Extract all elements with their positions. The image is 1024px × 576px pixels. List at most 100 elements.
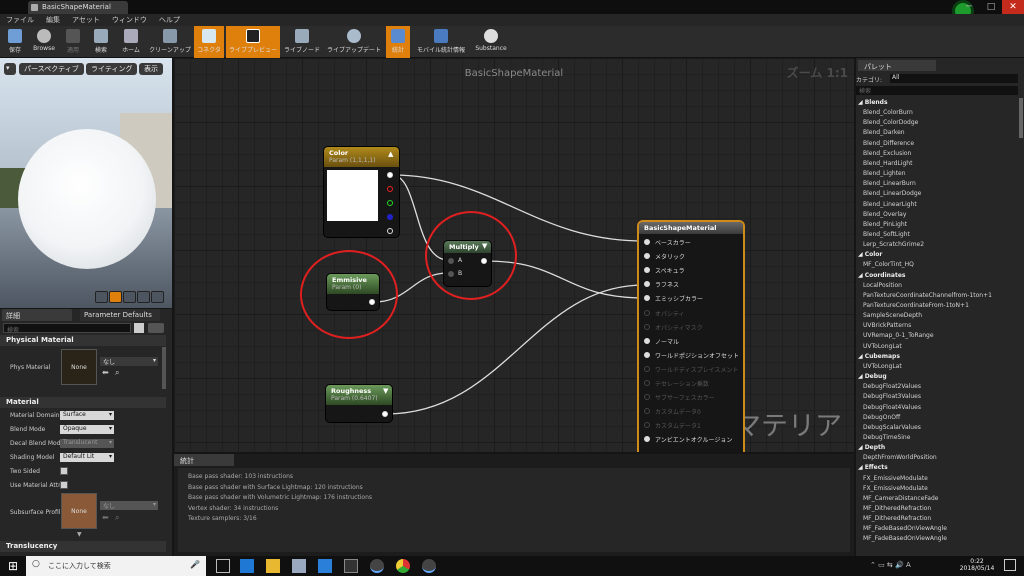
menu-edit[interactable]: 編集 — [40, 14, 66, 26]
use-material-attributes-checkbox[interactable] — [60, 481, 68, 489]
view-options-icon[interactable] — [134, 323, 144, 333]
menu-help[interactable]: ヘルプ — [153, 14, 186, 26]
palette-item[interactable]: Blend_LinearDodge — [863, 190, 921, 197]
palette-category[interactable]: ◢ Debug — [858, 373, 887, 380]
result-input-pin[interactable] — [644, 323, 650, 330]
palette-item[interactable]: MF_CameraDistanceFade — [863, 495, 939, 502]
minimize-button[interactable]: ─ — [958, 0, 980, 14]
result-input-pin[interactable] — [644, 295, 650, 302]
sphere-preview-icon[interactable] — [109, 291, 122, 303]
material-section[interactable]: Material — [0, 397, 166, 408]
palette-item[interactable]: Blend_Lighten — [863, 170, 906, 177]
palette-item[interactable]: Blend_SoftLight — [863, 231, 910, 238]
browse-asset-icon[interactable]: ⌕ — [115, 368, 119, 378]
category-dropdown[interactable]: All — [890, 74, 1018, 83]
palette-category[interactable]: ◢ Depth — [858, 444, 885, 451]
palette-item[interactable]: FX_EmissiveModulate — [863, 475, 928, 482]
material-domain-dropdown[interactable]: Surface — [60, 411, 114, 420]
palette-item[interactable]: PanTextureCoordinateFrom-1toN+1 — [863, 302, 969, 309]
clock[interactable]: 0:22 2018/05/14 — [958, 558, 996, 572]
result-input-pin[interactable] — [644, 422, 650, 429]
result-input-pin[interactable] — [644, 380, 650, 386]
details-scrollbar[interactable] — [162, 347, 166, 389]
palette-item[interactable]: DebugFloat3Values — [863, 393, 921, 400]
palette-item[interactable]: Blend_Exclusion — [863, 150, 911, 157]
cylinder-preview-icon[interactable] — [95, 291, 108, 303]
taskbar-search-box[interactable]: ○ ここに入力して検索 🎤 — [26, 556, 206, 576]
custom-mesh-preview-icon[interactable] — [151, 291, 164, 303]
palette-item[interactable]: MF_FadeBasedOnViewAngle — [863, 535, 947, 542]
blend-mode-dropdown[interactable]: Opaque — [60, 425, 114, 434]
show-button[interactable]: 表示 — [139, 63, 163, 75]
palette-item[interactable]: MF_FadeBasedOnViewAngle — [863, 525, 947, 532]
live-update-button[interactable]: ライブアップデート — [324, 26, 384, 58]
result-input-pin[interactable] — [644, 267, 650, 274]
home-button[interactable]: ホーム — [116, 26, 146, 58]
lighting-button[interactable]: ライティング — [86, 63, 138, 75]
close-button[interactable]: ✕ — [1002, 0, 1024, 14]
physical-material-section[interactable]: Physical Material — [0, 335, 166, 346]
palette-tab[interactable]: パレット — [858, 60, 936, 71]
color-a-pin[interactable] — [387, 228, 393, 234]
roughness-node[interactable]: Roughness Param (0.6407) ▼ — [326, 385, 392, 422]
palette-category[interactable]: ◢ Effects — [858, 464, 888, 471]
mobile-stats-button[interactable]: モバイル統計情報 — [412, 26, 470, 58]
palette-item[interactable]: DebugOnOff — [863, 414, 900, 421]
palette-item[interactable]: MF_ColorTint_HQ — [863, 261, 914, 268]
palette-item[interactable]: UVToLongLat — [863, 343, 902, 350]
plane-preview-icon[interactable] — [123, 291, 136, 303]
result-input-pin[interactable] — [644, 365, 650, 372]
palette-item[interactable]: Lerp_ScratchGrime2 — [863, 241, 924, 248]
cleanup-button[interactable]: クリーンアップ — [148, 26, 192, 58]
color-node[interactable]: Color Param (1,1,1,1) — [324, 147, 399, 237]
apply-button[interactable]: 適用 — [60, 26, 86, 58]
cube-preview-icon[interactable] — [137, 291, 150, 303]
browse-button[interactable]: Browse — [30, 26, 58, 58]
palette-item[interactable]: Blend_LinearLight — [863, 201, 917, 208]
result-input-pin[interactable] — [644, 436, 650, 443]
viewport-menu-button[interactable]: ▾ — [4, 63, 16, 75]
palette-item[interactable]: UVBrickPatterns — [863, 322, 911, 329]
live-preview-button[interactable]: ライブプレビュー — [226, 26, 280, 58]
collapse-icon[interactable]: ▼ — [383, 387, 388, 395]
color-g-pin[interactable] — [387, 200, 393, 206]
palette-item[interactable]: Blend_Darken — [863, 129, 905, 136]
menu-window[interactable]: ウィンドウ — [106, 14, 153, 26]
stats-button[interactable]: 統計 — [386, 26, 410, 58]
maximize-button[interactable]: □ — [980, 0, 1002, 14]
editor-tab[interactable]: BasicShapeMaterial — [28, 1, 128, 14]
palette-item[interactable]: SampleSceneDepth — [863, 312, 922, 319]
palette-scrollbar[interactable] — [1019, 98, 1023, 138]
result-input-pin[interactable] — [644, 394, 650, 401]
perspective-button[interactable]: パースペクティブ — [19, 63, 84, 75]
palette-item[interactable]: LocalPosition — [863, 282, 902, 289]
menu-file[interactable]: ファイル — [0, 14, 40, 26]
search-button[interactable]: 検索 — [88, 26, 114, 58]
task-view-icon[interactable] — [216, 559, 230, 573]
two-sided-checkbox[interactable] — [60, 467, 68, 475]
result-node[interactable]: BasicShapeMaterial ベースカラー メタリック スペキュラ ラフネスエ… — [639, 222, 743, 452]
palette-item[interactable]: FX_EmissiveModulate — [863, 485, 928, 492]
palette-item[interactable]: DebugTimeSine — [863, 434, 910, 441]
save-button[interactable]: 保存 — [2, 26, 28, 58]
palette-item[interactable]: DebugFloat4Values — [863, 404, 921, 411]
result-input-pin[interactable] — [644, 309, 650, 316]
live-node-button[interactable]: ライブノード — [282, 26, 322, 58]
collapse-icon[interactable]: ▲ — [388, 150, 393, 158]
palette-item[interactable]: UVToLongLat — [863, 363, 902, 370]
tab-details[interactable]: 詳細 — [2, 309, 72, 321]
epic-launcher-icon[interactable] — [344, 559, 358, 573]
palette-item[interactable]: Blend_Difference — [863, 140, 914, 147]
eye-icon[interactable] — [148, 323, 164, 333]
palette-item[interactable]: Blend_PinLight — [863, 221, 907, 228]
phys-material-dropdown[interactable]: なし — [100, 357, 158, 366]
palette-item[interactable]: MF_DitheredRefraction — [863, 515, 931, 522]
shading-model-dropdown[interactable]: Default Lit — [60, 453, 114, 462]
store-icon[interactable] — [292, 559, 306, 573]
color-r-pin[interactable] — [387, 186, 393, 192]
unreal-editor-icon[interactable] — [422, 559, 436, 573]
roughness-output-pin[interactable] — [382, 411, 388, 417]
mail-icon[interactable] — [318, 559, 332, 573]
palette-category[interactable]: ◢ Blends — [858, 99, 888, 106]
preview-viewport[interactable]: ▾ パースペクティブ ライティング 表示 — [0, 58, 172, 308]
